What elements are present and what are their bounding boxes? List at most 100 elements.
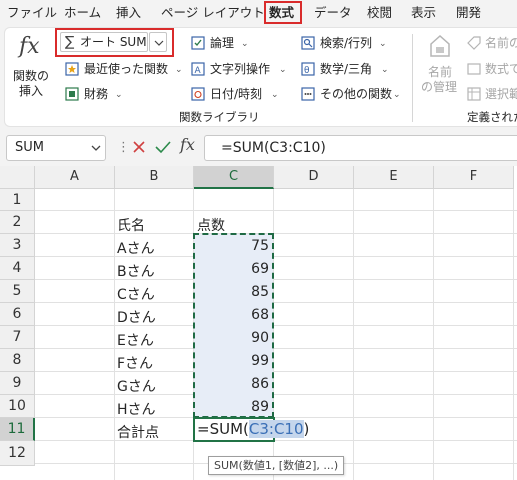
create-from-selection-button[interactable]: 選択範 — [467, 85, 517, 103]
row-header-11[interactable]: 11 — [0, 418, 35, 441]
row-header-9[interactable]: 9 — [0, 372, 35, 395]
datetime-button[interactable]: 日付/時刻 ⌄ — [191, 85, 291, 103]
sigma-icon: ∑ — [65, 34, 75, 50]
row-header-10[interactable]: 10 — [0, 395, 35, 418]
gridline — [35, 302, 517, 303]
tab-file[interactable]: ファイル — [7, 3, 57, 23]
column-header-b[interactable]: B — [115, 166, 194, 189]
name-manager-label-2: の管理 — [421, 80, 458, 94]
autosum-dropdown-button[interactable] — [149, 32, 167, 52]
cell-c9[interactable]: 86 — [194, 376, 269, 392]
row-header-7[interactable]: 7 — [0, 326, 35, 349]
tab-home[interactable]: ホーム — [64, 3, 101, 23]
ribbon-panel: fx 関数の 挿入 ∑ オート SUM 最近使った関数 ⌄ 財務 ⌄ 論理 ⌄ … — [4, 27, 517, 127]
formula-input[interactable]: =SUM(C3:C10) — [204, 135, 517, 161]
tab-formulas[interactable]: 数式 — [269, 3, 294, 23]
text-book-icon: A — [191, 62, 205, 76]
text-functions-button[interactable]: A 文字列操作 ⌄ — [191, 60, 291, 78]
row-header-1[interactable]: 1 — [0, 189, 35, 211]
chevron-down-icon: ⌄ — [393, 90, 401, 100]
row-header-12[interactable]: 12 — [0, 441, 35, 466]
function-syntax-tooltip[interactable]: SUM(数値1, [数値2], ...) — [208, 456, 345, 475]
row-header-8[interactable]: 8 — [0, 349, 35, 372]
enter-check-icon[interactable] — [155, 140, 171, 154]
recently-used-label: 最近使った関数 — [84, 62, 169, 76]
tab-data[interactable]: データ — [314, 3, 352, 23]
insert-function-fx-button[interactable]: fx — [180, 135, 195, 154]
tab-page-layout[interactable]: ページ レイアウト — [161, 3, 265, 23]
calendar-book-icon — [191, 87, 205, 101]
cell-b3[interactable]: Aさん — [117, 238, 155, 258]
insert-function-label-2: 挿入 — [19, 84, 44, 98]
text-functions-label: 文字列操作 — [210, 62, 271, 76]
tab-insert[interactable]: 挿入 — [116, 3, 141, 23]
ribbon-tab-bar: ファイル ホーム 挿入 ページ レイアウト 数式 データ 校閲 表示 開発 — [0, 0, 517, 25]
cell-b9[interactable]: Gさん — [117, 376, 156, 396]
name-manager-button[interactable]: 名前 の管理 — [418, 32, 462, 102]
cell-c7[interactable]: 90 — [194, 330, 269, 346]
chevron-down-icon: ⌄ — [115, 90, 123, 100]
gridline — [35, 233, 517, 234]
cell-c8[interactable]: 99 — [194, 353, 269, 369]
cell-b11[interactable]: 合計点 — [117, 422, 159, 442]
gridline — [35, 256, 517, 257]
row-header-5[interactable]: 5 — [0, 280, 35, 303]
cell-c10[interactable]: 89 — [194, 399, 269, 415]
insert-function-button[interactable]: fx 関数の 挿入 — [11, 34, 51, 98]
cell-b6[interactable]: Dさん — [117, 307, 156, 327]
cell-c4[interactable]: 69 — [194, 261, 269, 277]
row-header-3[interactable]: 3 — [0, 234, 35, 257]
tab-view[interactable]: 表示 — [411, 3, 436, 23]
math-button[interactable]: θ 数学/三角 ⌄ — [301, 60, 391, 78]
gridline — [35, 417, 517, 418]
lookup-label: 検索/行列 — [320, 36, 373, 50]
cell-b10[interactable]: Hさん — [117, 399, 156, 419]
select-all-corner[interactable] — [0, 166, 35, 189]
financial-label: 財務 — [84, 87, 109, 101]
row-header-2[interactable]: 2 — [0, 211, 35, 234]
cell-c3[interactable]: 75 — [194, 238, 269, 254]
tab-developer[interactable]: 開発 — [456, 3, 481, 23]
gridline — [35, 440, 517, 441]
column-header-a[interactable]: A — [35, 166, 115, 189]
gridline — [35, 371, 517, 372]
column-header-c[interactable]: C — [194, 166, 274, 189]
cell-b5[interactable]: Cさん — [117, 284, 155, 304]
row-header-4[interactable]: 4 — [0, 257, 35, 280]
use-in-formula-button[interactable]: 数式で — [467, 60, 517, 78]
autosum-button[interactable]: ∑ オート SUM — [60, 32, 148, 52]
math-label: 数学/三角 — [320, 62, 373, 76]
cell-c2[interactable]: 点数 — [197, 215, 225, 235]
selection-grid-icon — [467, 87, 481, 101]
cell-b4[interactable]: Bさん — [117, 261, 155, 281]
cell-c11-formula[interactable]: =SUM(C3:C10) — [197, 420, 309, 438]
logical-book-icon — [191, 36, 205, 50]
column-header-d[interactable]: D — [274, 166, 354, 189]
cell-b7[interactable]: Eさん — [117, 330, 154, 350]
name-manager-label-1: 名前 — [428, 65, 453, 79]
logical-label: 論理 — [210, 36, 235, 50]
cell-c5[interactable]: 85 — [194, 284, 269, 300]
financial-button[interactable]: 財務 ⌄ — [65, 85, 135, 103]
datetime-label: 日付/時刻 — [210, 87, 263, 101]
name-box[interactable]: SUM — [6, 135, 106, 161]
tab-review[interactable]: 校閲 — [367, 3, 392, 23]
gridline — [35, 394, 517, 395]
row-header-6[interactable]: 6 — [0, 303, 35, 326]
cancel-icon[interactable] — [132, 140, 146, 154]
cell-b2[interactable]: 氏名 — [117, 215, 145, 235]
logical-button[interactable]: 論理 ⌄ — [191, 34, 261, 52]
math-book-icon: θ — [301, 62, 315, 76]
recently-used-button[interactable]: 最近使った関数 ⌄ — [65, 60, 183, 78]
lookup-button[interactable]: 検索/行列 ⌄ — [301, 34, 391, 52]
function-library-group-label: 関数ライブラリ — [179, 110, 260, 124]
formula-bar-splitter[interactable]: ⋮ — [117, 140, 130, 156]
cell-b8[interactable]: Fさん — [117, 353, 153, 373]
cell-c6[interactable]: 68 — [194, 307, 269, 323]
column-header-e[interactable]: E — [354, 166, 434, 189]
column-header-f[interactable]: F — [434, 166, 514, 189]
more-functions-button[interactable]: その他の関数 ⌄ — [301, 85, 401, 103]
fx-icon: fx — [19, 34, 40, 59]
group-divider — [412, 34, 413, 122]
define-name-button[interactable]: 名前の — [467, 34, 517, 52]
